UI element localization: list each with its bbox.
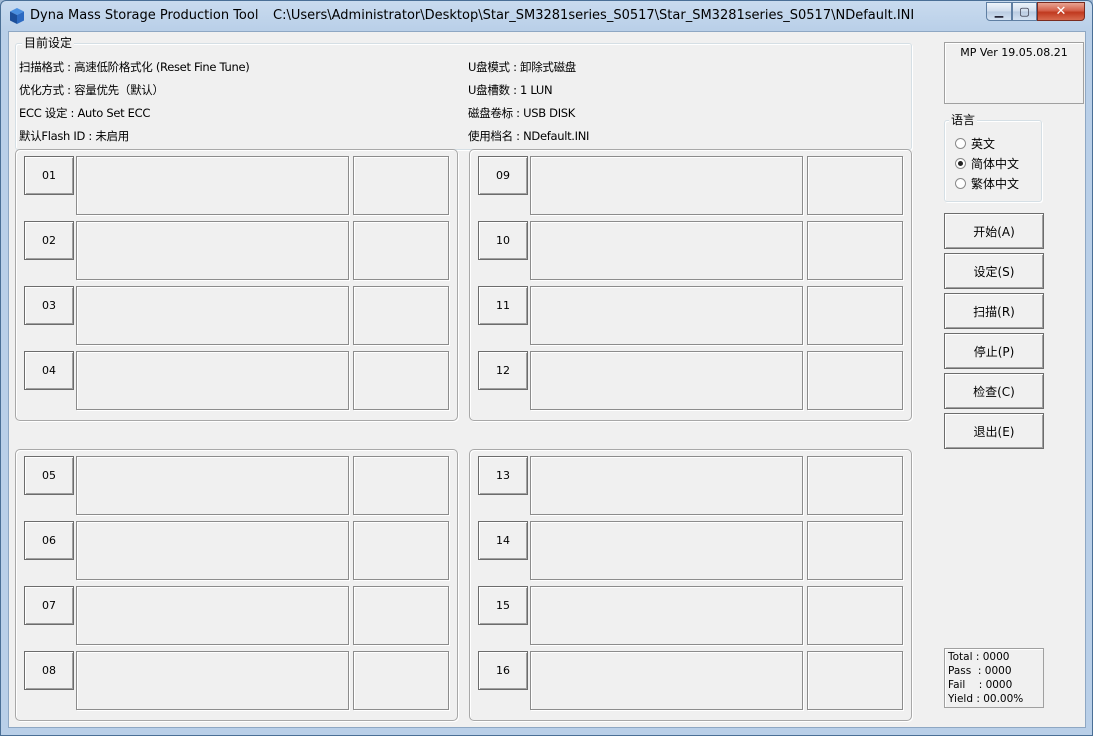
port-status-panel [530, 651, 803, 710]
port-result-panel [353, 286, 449, 345]
optimize-mode-text: 优化方式 : 容量优先（默认） [19, 83, 164, 97]
port-status-panel [76, 456, 349, 515]
udisk-mode-text: U盘模式 : 卸除式磁盘 [468, 60, 577, 74]
language-group: 语言 英文 简体中文 繁体中文 [944, 113, 1042, 202]
port-button-01[interactable]: 01 [24, 156, 74, 195]
stop-button[interactable]: 停止(P) [944, 333, 1044, 369]
fail-count: Fail : 0000 [948, 679, 1013, 691]
radio-circle [955, 138, 966, 149]
language-radio-traditional-chinese[interactable]: 繁体中文 [955, 175, 1019, 192]
port-status-panel [530, 586, 803, 645]
language-option-label: 英文 [971, 137, 996, 151]
statistics-box: Total : 0000 Pass : 0000 Fail : 0000 Yie… [944, 648, 1044, 708]
scan-format-text: 扫描格式 : 高速低阶格式化 (Reset Fine Tune) [19, 60, 250, 74]
port-button-06[interactable]: 06 [24, 521, 74, 560]
port-button-04[interactable]: 04 [24, 351, 74, 390]
port-group-09-12: 09 10 11 12 [469, 149, 912, 421]
port-button-11[interactable]: 11 [478, 286, 528, 325]
port-group-01-04: 01 02 03 04 [15, 149, 458, 421]
port-button-05[interactable]: 05 [24, 456, 74, 495]
maximize-button[interactable]: ▢ [1012, 2, 1037, 21]
language-radio-english[interactable]: 英文 [955, 135, 995, 152]
app-window: Dyna Mass Storage Production Tool C:\Use… [0, 0, 1093, 736]
port-button-15[interactable]: 15 [478, 586, 528, 625]
radio-circle [955, 178, 966, 189]
port-status-panel [76, 586, 349, 645]
port-button-02[interactable]: 02 [24, 221, 74, 260]
lun-count-text: U盘槽数 : 1 LUN [468, 83, 553, 97]
port-result-panel [807, 521, 903, 580]
pass-count: Pass : 0000 [948, 665, 1012, 677]
port-result-panel [353, 351, 449, 410]
port-status-panel [76, 221, 349, 280]
language-legend: 语言 [949, 113, 978, 128]
port-result-panel [353, 586, 449, 645]
port-result-panel [353, 651, 449, 710]
port-button-13[interactable]: 13 [478, 456, 528, 495]
language-option-label: 繁体中文 [971, 177, 1020, 191]
minimize-icon: ▁ [994, 5, 1004, 18]
port-status-panel [530, 521, 803, 580]
window-config-path: C:\Users\Administrator\Desktop\Star_SM32… [273, 8, 915, 23]
port-status-panel [530, 351, 803, 410]
port-result-panel [807, 286, 903, 345]
client-area: 目前设定 扫描格式 : 高速低阶格式化 (Reset Fine Tune) 优化… [8, 31, 1086, 728]
port-button-10[interactable]: 10 [478, 221, 528, 260]
port-result-panel [807, 351, 903, 410]
port-button-03[interactable]: 03 [24, 286, 74, 325]
port-result-panel [353, 221, 449, 280]
port-group-05-08: 05 06 07 08 [15, 449, 458, 721]
port-button-09[interactable]: 09 [478, 156, 528, 195]
port-result-panel [353, 456, 449, 515]
port-result-panel [807, 456, 903, 515]
close-button[interactable]: ✕ [1037, 2, 1085, 21]
total-count: Total : 0000 [948, 651, 1010, 663]
exit-button[interactable]: 退出(E) [944, 413, 1044, 449]
port-button-08[interactable]: 08 [24, 651, 74, 690]
version-box: MP Ver 19.05.08.21 [944, 42, 1084, 104]
port-result-panel [353, 521, 449, 580]
port-result-panel [807, 156, 903, 215]
version-text: MP Ver 19.05.08.21 [960, 46, 1068, 59]
language-radio-simplified-chinese[interactable]: 简体中文 [955, 155, 1019, 172]
yield-rate: Yield : 00.00% [948, 693, 1024, 705]
app-cube-icon [10, 8, 24, 24]
port-status-panel [76, 286, 349, 345]
scan-button[interactable]: 扫描(R) [944, 293, 1044, 329]
port-group-13-16: 13 14 15 16 [469, 449, 912, 721]
port-button-16[interactable]: 16 [478, 651, 528, 690]
port-status-panel [530, 221, 803, 280]
radio-circle [955, 158, 966, 169]
port-status-panel [76, 351, 349, 410]
port-result-panel [807, 221, 903, 280]
profile-name-text: 使用档名 : NDefault.INI [468, 129, 590, 143]
port-status-panel [530, 286, 803, 345]
check-button[interactable]: 检查(C) [944, 373, 1044, 409]
settings-button[interactable]: 设定(S) [944, 253, 1044, 289]
minimize-button[interactable]: ▁ [986, 2, 1012, 21]
port-result-panel [807, 586, 903, 645]
current-settings-legend: 目前设定 [22, 36, 75, 51]
flash-id-text: 默认Flash ID : 未启用 [19, 129, 129, 143]
port-button-12[interactable]: 12 [478, 351, 528, 390]
port-status-panel [530, 156, 803, 215]
port-result-panel [353, 156, 449, 215]
volume-label-text: 磁盘卷标 : USB DISK [468, 106, 576, 120]
port-status-panel [76, 521, 349, 580]
window-title: Dyna Mass Storage Production Tool [30, 8, 259, 23]
start-button[interactable]: 开始(A) [944, 213, 1044, 249]
maximize-icon: ▢ [1019, 5, 1030, 18]
port-status-panel [530, 456, 803, 515]
port-button-07[interactable]: 07 [24, 586, 74, 625]
language-option-label: 简体中文 [971, 157, 1020, 171]
port-status-panel [76, 651, 349, 710]
ecc-setting-text: ECC 设定 : Auto Set ECC [19, 106, 151, 120]
port-result-panel [807, 651, 903, 710]
port-button-14[interactable]: 14 [478, 521, 528, 560]
title-bar[interactable]: Dyna Mass Storage Production Tool C:\Use… [1, 1, 1092, 31]
current-settings-group: 目前设定 扫描格式 : 高速低阶格式化 (Reset Fine Tune) 优化… [15, 36, 912, 150]
port-status-panel [76, 156, 349, 215]
close-icon: ✕ [1055, 4, 1067, 19]
